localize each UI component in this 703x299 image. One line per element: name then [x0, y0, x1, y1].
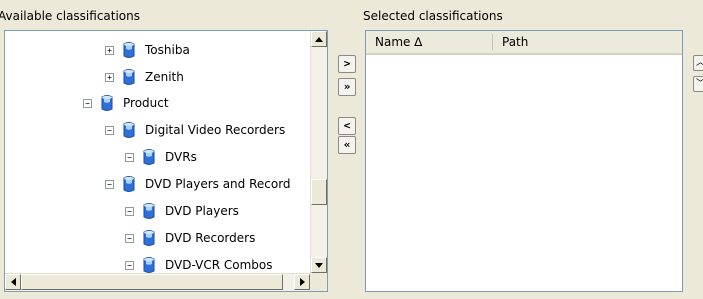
- expand-icon[interactable]: +: [105, 45, 114, 55]
- tree-item-label: Zenith: [145, 70, 184, 84]
- classification-icon: [143, 230, 155, 246]
- tree-item-label: Product: [123, 96, 169, 110]
- available-classifications-label: Available classifications: [0, 9, 141, 23]
- chevron-down-icon: ﹀: [696, 79, 703, 89]
- classification-icon: [101, 95, 113, 111]
- scroll-up-button[interactable]: [311, 31, 327, 47]
- tree-horizontal-scrollbar[interactable]: [5, 273, 311, 291]
- tree-item-label: DVD Recorders: [165, 231, 256, 245]
- selected-classifications-label: Selected classifications: [363, 9, 503, 23]
- scroll-right-button[interactable]: [294, 274, 310, 290]
- scrollbar-corner: [310, 273, 327, 291]
- classification-icon: [123, 176, 135, 192]
- tree-item-dvrs[interactable]: − DVRs: [125, 147, 197, 167]
- chevron-up-icon: ︿: [696, 58, 703, 68]
- collapse-icon[interactable]: −: [83, 98, 92, 108]
- horizontal-scroll-thumb[interactable]: [21, 274, 283, 290]
- arrow-up-icon: [315, 36, 323, 42]
- tree-item-label: DVD Players and Record: [145, 177, 291, 191]
- tree-item-dvd-vcr-combos[interactable]: − DVD-VCR Combos: [125, 255, 272, 275]
- tree-item-dvd-recorders[interactable]: − DVD Recorders: [125, 228, 255, 248]
- remove-button[interactable]: <: [338, 117, 356, 135]
- tree-item-label: DVD Players: [165, 204, 239, 218]
- arrow-down-icon: [315, 262, 323, 268]
- collapse-icon[interactable]: −: [125, 233, 134, 243]
- remove-all-button[interactable]: «: [338, 136, 356, 154]
- table-header: Name ∆ Path: [366, 31, 682, 55]
- move-down-button[interactable]: ﹀: [693, 76, 703, 92]
- collapse-icon[interactable]: −: [125, 206, 134, 216]
- classification-icon: [123, 69, 135, 85]
- selected-classifications-table[interactable]: Name ∆ Path: [365, 30, 683, 292]
- classification-icon: [143, 203, 155, 219]
- scroll-down-button[interactable]: [311, 257, 327, 273]
- add-all-button[interactable]: »: [338, 78, 356, 96]
- column-header-path[interactable]: Path: [493, 31, 683, 53]
- collapse-icon[interactable]: −: [105, 125, 114, 135]
- tree-item-product[interactable]: − Product: [83, 93, 169, 113]
- arrow-left-icon: [10, 278, 16, 286]
- collapse-icon[interactable]: −: [105, 179, 114, 189]
- classification-icon: [143, 257, 155, 273]
- collapse-icon[interactable]: −: [125, 260, 134, 270]
- tree-item-digital-video-recorders[interactable]: − Digital Video Recorders: [105, 120, 285, 140]
- tree-item-zenith[interactable]: + Zenith: [105, 67, 184, 87]
- tree-item-toshiba[interactable]: + Toshiba: [105, 40, 190, 60]
- classification-icon: [123, 122, 135, 138]
- tree-item-label: Digital Video Recorders: [145, 123, 286, 137]
- tree-item-label: DVRs: [165, 150, 197, 164]
- tree-item-dvd-players-and-recorders[interactable]: − DVD Players and Record: [105, 174, 291, 194]
- tree-item-label: Toshiba: [145, 43, 190, 57]
- tree-item-dvd-players[interactable]: − DVD Players: [125, 201, 239, 221]
- tree-vertical-scrollbar[interactable]: [310, 31, 327, 274]
- vertical-scroll-thumb[interactable]: [311, 179, 327, 205]
- collapse-icon[interactable]: −: [125, 152, 134, 162]
- tree-item-label: DVD-VCR Combos: [165, 258, 273, 272]
- classification-icon: [143, 149, 155, 165]
- available-classifications-tree[interactable]: + Toshiba + Zenith − Product − Digital V…: [4, 30, 328, 292]
- arrow-right-icon: [299, 278, 305, 286]
- move-up-button[interactable]: ︿: [693, 55, 703, 71]
- add-button[interactable]: >: [338, 55, 356, 73]
- classification-icon: [123, 42, 135, 58]
- scroll-left-button[interactable]: [5, 274, 21, 290]
- column-header-name[interactable]: Name ∆: [366, 31, 492, 53]
- expand-icon[interactable]: +: [105, 72, 114, 82]
